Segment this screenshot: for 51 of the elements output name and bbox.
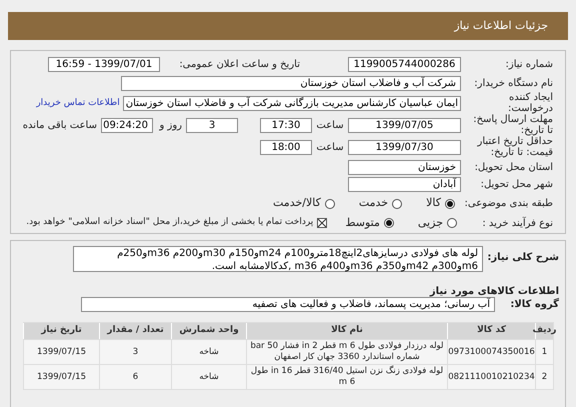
table-cell: 0821110010210234 — [447, 365, 535, 389]
header-title: جزئیات اطلاعات نیاز — [454, 18, 548, 34]
text-field[interactable]: 1199005744000286 — [348, 56, 461, 72]
field-label: ساعت باقی مانده — [22, 120, 97, 131]
field-label: شرح کلی نیاز: — [486, 252, 559, 263]
contact-link[interactable]: اطلاعات تماس خریدار — [36, 96, 120, 110]
text-field[interactable]: 3 — [186, 118, 238, 133]
checkbox[interactable] — [317, 218, 328, 228]
field-label: مهلت ارسال پاسخ: تا تاریخ: — [472, 114, 553, 136]
table-cell: شاخه — [171, 365, 246, 389]
radio-label: کالا/خدمت — [273, 195, 321, 212]
text-field[interactable]: شرکت آب و فاضلاب استان خوزستان — [121, 76, 461, 90]
radio-label: جزیی — [418, 214, 443, 231]
radio-label: خدمت — [358, 195, 388, 212]
field-label: طبقه بندی موضوعی: — [464, 198, 553, 210]
radio-button[interactable] — [384, 218, 394, 228]
radio-button[interactable] — [445, 198, 455, 209]
text-field[interactable]: 1399/07/01 - 16:59 — [48, 56, 160, 72]
table-cell: 1399/07/15 — [23, 365, 99, 389]
description-field[interactable]: لوله های فولادی درسایزهای2اینچ18مترو100م m24و150م m30و200م m36و250م m6و300م m42و350م m36و400م m36 ,کدکالامشابه است. — [73, 246, 483, 272]
field-label: شهر محل تحویل: — [480, 179, 553, 190]
section-heading: اطلاعات کالاهای مورد نیاز — [430, 286, 559, 297]
field-label: ساعت — [316, 142, 344, 153]
radio-button[interactable] — [392, 198, 402, 209]
field-label: استان محل تحویل: — [474, 162, 553, 173]
table-cell: 6 — [99, 365, 171, 389]
field-label: شماره نیاز: — [504, 58, 553, 70]
radio-label: کالا — [426, 195, 441, 212]
text-field[interactable]: ایمان عباسیان کارشناس مدیریت بازرگانی شرکت آب و فاضلاب استان خوزستان — [122, 96, 461, 111]
field-label: گروه کالا: — [509, 299, 559, 310]
field-label: ایجاد کننده درخواست: — [508, 92, 553, 114]
table-cell: 2 — [535, 365, 553, 389]
table-cell: لوله فولادی زنگ نزن استیل 316/40 قطر 16 in طول 6 m — [246, 365, 447, 389]
text-field[interactable]: آب رسانی؛ مدیریت پسماند، فاضلاب و فعالیت های تصفیه — [81, 297, 495, 312]
field-label: حداقل تاریخ اعتبار قیمت: تا تاریخ: — [476, 136, 553, 158]
text-field[interactable]: 18:00 — [260, 140, 312, 155]
text-field[interactable]: 1399/07/05 — [348, 118, 461, 133]
field-label: نوع فرآیند خرید : — [481, 218, 553, 229]
text-field[interactable]: آبادان — [348, 177, 461, 192]
text-field[interactable]: 17:30 — [260, 118, 312, 133]
text-field[interactable]: خوزستان — [348, 160, 461, 175]
countdown-field[interactable]: 09:24:20 — [101, 118, 153, 133]
radio-label: متوسط — [345, 214, 380, 231]
text-field[interactable]: 1399/07/30 — [348, 140, 461, 155]
field-label: ساعت — [316, 120, 344, 131]
field-label: روز و — [158, 120, 182, 131]
radio-button[interactable] — [447, 218, 457, 228]
radio-button[interactable] — [324, 198, 335, 209]
field-label: تاریخ و ساعت اعلان عمومی: — [178, 58, 300, 70]
field-label: نام دستگاه خریدار: — [473, 78, 553, 88]
checkbox-label: پرداخت تمام یا بخشی از مبلغ خرید،از محل "اسناد خزانه اسلامی" خواهد بود. — [26, 216, 314, 230]
